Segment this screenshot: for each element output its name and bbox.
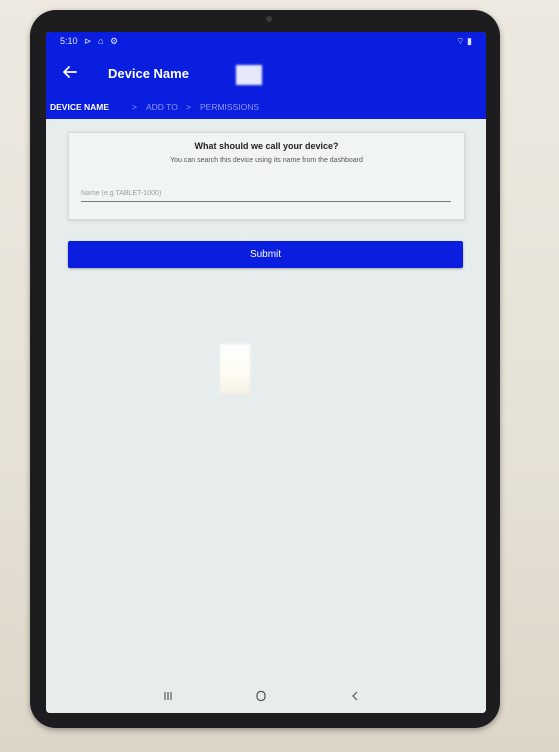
system-nav-bar [46, 679, 486, 713]
home-icon [256, 690, 266, 702]
notification-icons: ⊳ ⌂ ⚙ [84, 36, 121, 46]
step-separator: > [132, 102, 137, 112]
front-camera [266, 16, 272, 22]
recents-button[interactable] [156, 685, 180, 707]
home-button[interactable] [249, 685, 273, 707]
app-bar: Device Name [46, 50, 486, 97]
tablet-device: 5:10 ⊳ ⌂ ⚙ ⌔ ▮ Device Name DEVICE NAME >… [30, 10, 500, 728]
nav-back-button[interactable] [343, 685, 367, 707]
device-name-card: What should we call your device? You can… [68, 132, 465, 220]
stepper: DEVICE NAME > ADD TO > PERMISSIONS [46, 97, 486, 119]
system-status-icons: ⌔ ▮ [456, 36, 472, 46]
step-separator: > [186, 102, 191, 112]
step-add-to[interactable]: ADD TO [146, 102, 178, 112]
back-button[interactable] [56, 60, 84, 84]
page-title: Device Name [108, 66, 189, 81]
arrow-left-icon [63, 66, 77, 78]
screen-glare [236, 65, 262, 85]
device-screen: 5:10 ⊳ ⌂ ⚙ ⌔ ▮ Device Name DEVICE NAME >… [46, 32, 486, 713]
back-chevron-icon [352, 691, 358, 701]
recents-icon [164, 692, 172, 700]
screen-glare [220, 344, 250, 394]
step-permissions[interactable]: PERMISSIONS [200, 102, 259, 112]
status-bar: 5:10 ⊳ ⌂ ⚙ ⌔ ▮ [46, 32, 486, 50]
card-title: What should we call your device? [194, 141, 339, 151]
card-subtitle: You can search this device using its nam… [170, 157, 363, 164]
device-name-input[interactable] [81, 185, 451, 202]
status-time: 5:10 [60, 36, 78, 46]
step-device-name[interactable]: DEVICE NAME [50, 102, 109, 112]
submit-button[interactable]: Submit [68, 241, 463, 268]
